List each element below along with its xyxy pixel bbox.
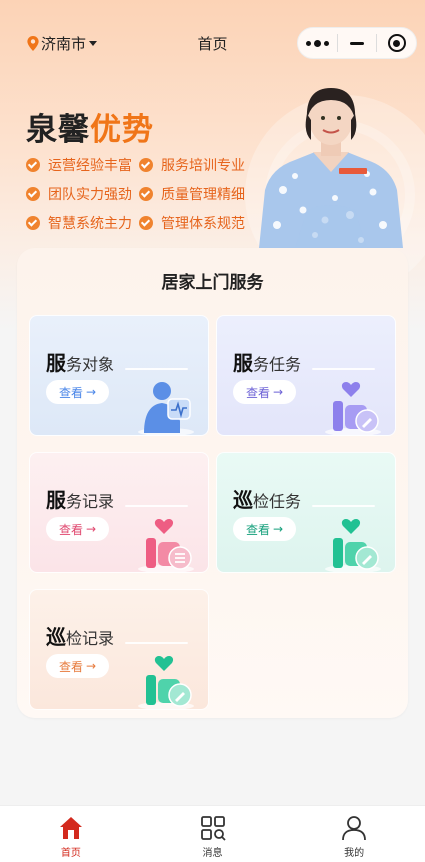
brand-slogan: 泉馨优势 — [26, 104, 154, 149]
service-record-icon — [138, 519, 194, 572]
tab-label: 消息 — [202, 848, 223, 859]
tile-decor-line — [125, 368, 188, 370]
check-circle-icon — [139, 187, 153, 201]
more-button[interactable] — [298, 28, 337, 58]
home-icon — [59, 817, 82, 839]
feature-item: 智慧系统主力 — [26, 213, 139, 233]
message-icon — [200, 816, 226, 841]
tab-label: 首页 — [60, 848, 81, 859]
tile-title: 服务记录 — [46, 488, 115, 512]
view-button[interactable]: 查看 → — [46, 654, 109, 678]
tile-title: 巡检任务 — [233, 488, 302, 512]
caregiver-photo — [259, 88, 403, 248]
feature-item: 服务培训专业 — [139, 155, 266, 175]
top-bar: 济南市 首页 — [0, 0, 425, 84]
service-recipients-tile[interactable]: 服务对象 查看 → — [29, 315, 209, 436]
check-circle-icon — [26, 158, 40, 172]
mini-program-capsule — [297, 27, 417, 59]
arrow-right-icon: → — [272, 522, 284, 536]
close-target-icon — [387, 34, 406, 52]
feature-item: 质量管理精细 — [139, 184, 266, 204]
profile-icon — [342, 816, 367, 841]
view-button[interactable]: 查看 → — [46, 517, 109, 541]
feature-item: 团队实力强劲 — [26, 184, 139, 204]
feature-item: 管理体系规范 — [139, 213, 266, 233]
service-records-tile[interactable]: 服务记录 查看 → — [29, 452, 209, 573]
inspection-tasks-tile[interactable]: 巡检任务 查看 → — [216, 452, 396, 573]
bottom-tab-bar: 首页 消息 我的 — [0, 805, 425, 862]
elderly-person-icon — [138, 382, 194, 435]
inspection-task-icon — [325, 519, 381, 572]
view-button[interactable]: 查看 → — [46, 380, 109, 404]
slogan-main: 泉馨 — [26, 112, 90, 148]
more-dots-icon — [305, 39, 329, 47]
minimize-button[interactable] — [338, 28, 377, 58]
section-title: 居家上门服务 — [161, 273, 264, 293]
arrow-right-icon: → — [85, 385, 97, 399]
tile-title: 巡检记录 — [46, 625, 115, 649]
arrow-right-icon: → — [272, 385, 284, 399]
arrow-right-icon: → — [85, 659, 97, 673]
feature-item: 运营经验丰富 — [26, 155, 139, 175]
check-circle-icon — [26, 187, 40, 201]
inspection-record-icon — [138, 656, 194, 709]
arrow-right-icon: → — [85, 522, 97, 536]
service-tasks-tile[interactable]: 服务任务 查看 → — [216, 315, 396, 436]
home-service-panel: 居家上门服务 服务对象 查看 → 服务任务 查看 → 服务记录 查看 → 巡检任… — [17, 248, 408, 718]
minimize-icon — [350, 41, 364, 45]
tab-label: 我的 — [344, 848, 365, 859]
check-circle-icon — [26, 216, 40, 230]
tile-title: 服务对象 — [46, 351, 115, 375]
feature-list: 运营经验丰富 服务培训专业 团队实力强劲 质量管理精细 智慧系统主力 管理体系规… — [26, 155, 266, 233]
tile-decor-line — [125, 642, 188, 644]
tab-home[interactable]: 首页 — [0, 806, 142, 862]
check-circle-icon — [139, 158, 153, 172]
view-button[interactable]: 查看 → — [233, 380, 296, 404]
check-circle-icon — [139, 216, 153, 230]
tile-title: 服务任务 — [233, 351, 302, 375]
tile-decor-line — [125, 505, 188, 507]
slogan-accent: 优势 — [90, 112, 154, 148]
care-task-icon — [325, 382, 381, 435]
inspection-records-tile[interactable]: 巡检记录 查看 → — [29, 589, 209, 710]
tab-messages[interactable]: 消息 — [142, 806, 284, 862]
tile-decor-line — [312, 505, 375, 507]
close-button[interactable] — [377, 28, 416, 58]
view-button[interactable]: 查看 → — [233, 517, 296, 541]
tile-decor-line — [312, 368, 375, 370]
tab-profile[interactable]: 我的 — [283, 806, 425, 862]
